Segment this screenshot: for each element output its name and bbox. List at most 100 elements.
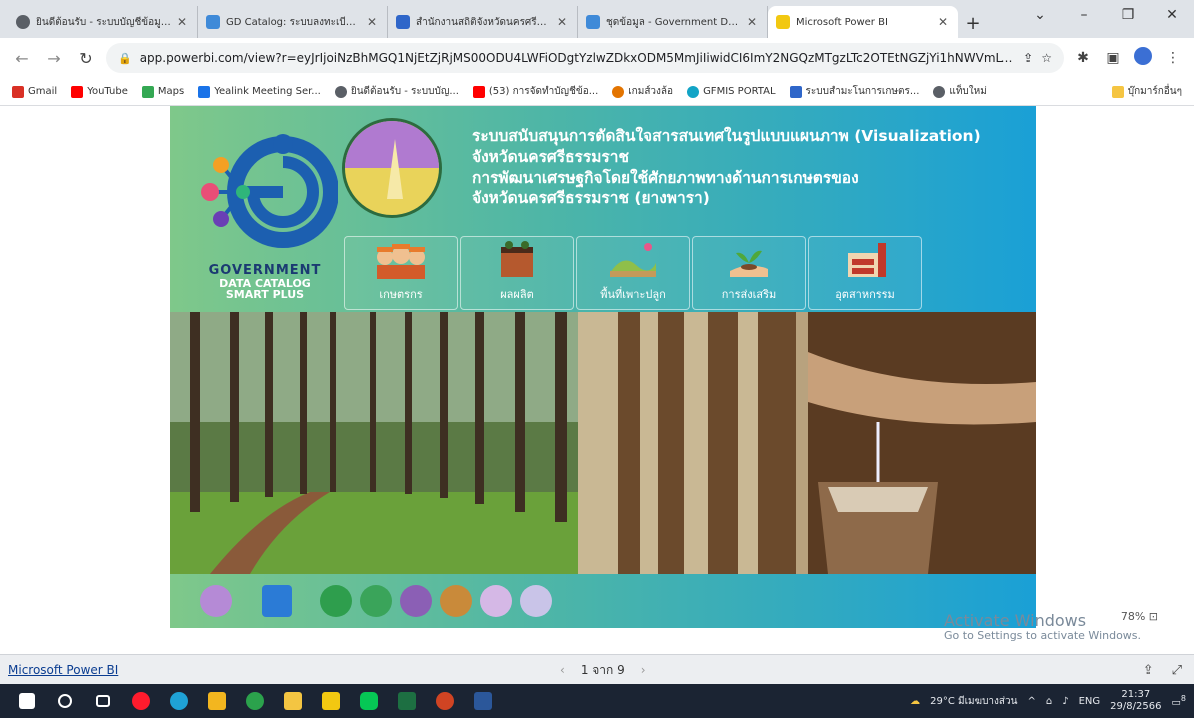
restore-icon[interactable]: ❐ [1106,0,1150,30]
close-tab-icon[interactable]: ✕ [938,15,950,29]
back-arrow-icon[interactable]: ← [10,49,34,68]
extensions-icon[interactable]: ✱ [1072,50,1094,66]
land-icon [610,243,656,277]
fit-page-icon[interactable]: ⊡ [1149,610,1158,623]
nav-button-industry[interactable]: อุตสาหกรรม [808,236,922,310]
bookmark-item[interactable]: ยินดีต้อนรับ - ระบบบัญ... [334,84,459,99]
fullscreen-icon[interactable]: ⤢ [1172,663,1182,678]
bookmark-label: บุ๊กมาร์กอื่นๆ [1127,86,1182,97]
tab-title: ยินดีต้อนรับ - ระบบบัญชีข้อมูลจังห [36,16,171,28]
minimize-icon[interactable]: – [1062,0,1106,30]
store-icon[interactable] [198,684,236,718]
bookmark-star-icon[interactable]: ☆ [1041,51,1052,65]
watermark-line1: Activate Windows [944,611,1087,630]
share-icon[interactable]: ⇪ [1023,51,1033,65]
browser-tab-strip: ยินดีต้อนรับ - ระบบบัญชีข้อมูลจังห ✕ GD C… [0,0,1194,38]
bookmark-item[interactable]: GFMIS PORTAL [687,85,776,98]
weather-icon[interactable]: ☁ [910,696,920,707]
notification-count: 8 [1180,693,1186,703]
footer-actions: ⇪ ⤢ [1143,655,1182,685]
province-seal-icon [342,118,442,218]
bookmark-item[interactable]: เกมส์วงล้อ [612,84,673,99]
bookmark-item[interactable]: Maps [141,85,185,98]
bookmark-item[interactable]: YouTube [71,85,128,98]
powerbi-link[interactable]: Microsoft Power BI [8,663,118,677]
browser-tab[interactable]: ยินดีต้อนรับ - ระบบบัญชีข้อมูลจังห ✕ [8,6,198,38]
page-indicator[interactable]: 1 จาก 9 [581,661,625,680]
start-windows-icon[interactable] [8,684,46,718]
nav-label: การส่งเสริม [721,288,777,301]
search-icon[interactable] [46,684,84,718]
more-menu-icon[interactable]: ⋮ [1162,50,1184,66]
notifications-icon[interactable]: ▭8 [1171,694,1186,708]
weather-text[interactable]: 29°C มีเมฆบางส่วน [930,694,1017,709]
powerbi-report-page: GOVERNMENT DATA CATALOG SMART PLUS ระบบส… [170,106,1036,628]
tab-title: Microsoft Power BI [796,16,888,28]
bookmark-item[interactable]: ระบบสำมะโนการเกษตร... [789,84,919,99]
lock-icon: 🔒 [118,51,132,65]
tab-search-chevron-icon[interactable]: ⌄ [1018,0,1062,30]
share-icon[interactable]: ⇪ [1143,663,1154,678]
produce-icon [501,241,533,277]
nav-label: ผลผลิต [500,288,534,301]
nav-button-promotion[interactable]: การส่งเสริม [692,236,806,310]
gmail-icon [12,85,24,98]
bookmark-item[interactable]: แท็บใหม่ [933,84,987,99]
bookmark-label: Maps [157,86,185,97]
globe-icon [933,85,946,98]
side-panel-icon[interactable]: ▣ [1102,50,1124,66]
nav-button-land[interactable]: พื้นที่เพาะปลูก [576,236,690,310]
line-icon[interactable] [350,684,388,718]
bookmark-label: Gmail [28,86,58,97]
file-explorer-icon[interactable] [274,684,312,718]
nav-label: พื้นที่เพาะปลูก [600,288,666,301]
url-field[interactable]: 🔒 app.powerbi.com/view?r=eyJrIjoiNzBhMGQ… [106,43,1064,73]
rubber-photos [170,312,1036,574]
close-tab-icon[interactable]: ✕ [747,15,759,29]
bookmark-label: ยินดีต้อนรับ - ระบบบัญ... [350,86,459,97]
word-icon[interactable] [464,684,502,718]
clock[interactable]: 21:37 29/8/2566 [1110,689,1161,713]
close-tab-icon[interactable]: ✕ [557,15,569,29]
language-indicator[interactable]: ENG [1079,696,1101,707]
wheel-game-icon [612,85,625,98]
profile-avatar-icon[interactable] [1132,47,1154,69]
excel-icon[interactable] [388,684,426,718]
browser-tab-active[interactable]: Microsoft Power BI ✕ [768,6,958,38]
gfmis-icon [687,85,700,98]
nav-button-farmers[interactable]: เกษตรกร [344,236,458,310]
bookmark-item[interactable]: Gmail [12,85,58,98]
rubber-plantation-photo [170,312,578,574]
folder-icon [1111,85,1124,98]
browser-tab[interactable]: สำนักงานสถิติจังหวัดนครศรีธรรมร ✕ [388,6,578,38]
close-window-icon[interactable]: ✕ [1150,0,1194,30]
other-bookmarks[interactable]: บุ๊กมาร์กอื่นๆ [1111,84,1182,99]
chrome-icon[interactable] [236,684,274,718]
opera-icon[interactable] [122,684,160,718]
agency-logo-icon [520,585,552,617]
edge-icon[interactable] [160,684,198,718]
powerpoint-icon[interactable] [426,684,464,718]
browser-tab[interactable]: ชุดข้อมูล - Government Data C ✕ [578,6,768,38]
bookmark-item[interactable]: (53) การจัดทำบัญชีข้อ... [472,84,598,99]
clock-date: 29/8/2566 [1110,701,1162,712]
next-page-icon[interactable]: › [641,663,646,677]
bookmarks-bar: Gmail YouTube Maps Yealink Meeting Ser..… [0,78,1194,106]
tray-chevron-icon[interactable]: ^ [1027,696,1035,707]
close-tab-icon[interactable]: ✕ [367,15,379,29]
farmers-icon [377,244,425,279]
nav-button-produce[interactable]: ผลผลิต [460,236,574,310]
task-view-icon[interactable] [84,684,122,718]
close-tab-icon[interactable]: ✕ [177,15,189,29]
volume-icon[interactable]: ♪ [1062,696,1068,707]
browser-tab[interactable]: GD Catalog: ระบบลงทะเบียนบัญช ✕ [198,6,388,38]
powerbi-icon[interactable] [312,684,350,718]
reload-icon[interactable]: ↻ [74,49,98,68]
bookmark-item[interactable]: Yealink Meeting Ser... [198,85,321,98]
forward-arrow-icon[interactable]: → [42,49,66,68]
prev-page-icon[interactable]: ‹ [560,663,565,677]
zoom-level[interactable]: 78% ⊡ [1120,610,1158,623]
agency-logo-icon [320,585,352,617]
new-tab-plus-icon[interactable]: + [958,8,988,38]
network-icon[interactable]: ⌂ [1046,696,1052,707]
